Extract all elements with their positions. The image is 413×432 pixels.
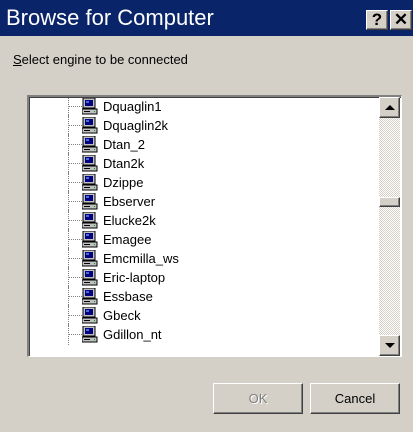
tree-item[interactable]: Dtan2k [29, 153, 379, 174]
computer-icon [81, 173, 98, 191]
close-icon: ✕ [393, 10, 409, 29]
tree-connector-horizontal [69, 239, 82, 240]
tree-item-label: Dquaglin1 [103, 99, 162, 114]
close-button[interactable]: ✕ [390, 10, 412, 30]
computer-icon [81, 230, 98, 248]
tree-item-label: Emagee [103, 232, 152, 247]
computer-icon [81, 211, 98, 229]
tree-connector-horizontal [69, 334, 82, 335]
tree-item[interactable]: Emcmilla_ws [29, 248, 379, 269]
tree-item[interactable]: Eric-laptop [29, 267, 379, 288]
computer-icon [81, 192, 98, 210]
tree-item-label: Gdillon_nt [103, 327, 162, 342]
tree-item-label: Elucke2k [103, 213, 156, 228]
tree-connector-horizontal [69, 315, 82, 316]
computer-icon [81, 325, 98, 343]
scroll-down-button[interactable] [379, 335, 400, 356]
instruction-mnemonic: S [13, 52, 22, 67]
window-title: Browse for Computer [6, 5, 214, 30]
tree-list: Dquaglin1 Dquaglin2k Dtan_2 Dtan2k Dzippe Ebs… [29, 97, 379, 356]
tree-connector-horizontal [69, 144, 82, 145]
tree-item[interactable]: Dquaglin1 [29, 97, 379, 117]
computer-icon [81, 135, 98, 153]
scroll-thumb[interactable] [379, 197, 400, 207]
computer-icon [81, 249, 98, 267]
computer-icon [81, 154, 98, 172]
tree-item[interactable]: Dtan_2 [29, 134, 379, 155]
instruction-label: Select engine to be connected [13, 52, 188, 67]
browse-dialog: Browse for Computer ? ✕ Select engine to… [0, 0, 413, 432]
tree-item[interactable]: Emagee [29, 229, 379, 250]
tree-connector-horizontal [69, 106, 82, 107]
tree-item[interactable]: Dzippe [29, 172, 379, 193]
cancel-button[interactable]: Cancel [310, 383, 400, 414]
tree-connector-horizontal [69, 296, 82, 297]
arrow-down-icon [385, 343, 395, 348]
tree-item[interactable]: Gdillon_nt [29, 324, 379, 345]
tree-connector-horizontal [69, 125, 82, 126]
tree-item[interactable]: Ebserver [29, 191, 379, 212]
tree-item[interactable]: Dquaglin2k [29, 115, 379, 136]
tree-item-label: Essbase [103, 289, 153, 304]
tree-item-label: Dtan_2 [103, 137, 145, 152]
help-button[interactable]: ? [366, 10, 388, 30]
tree-connector-horizontal [69, 258, 82, 259]
vertical-scrollbar[interactable] [379, 97, 400, 356]
tree-connector-horizontal [69, 163, 82, 164]
arrow-up-icon [385, 105, 395, 110]
tree-item[interactable]: Elucke2k [29, 210, 379, 231]
computer-icon [81, 287, 98, 305]
tree-item-label: Dtan2k [103, 156, 145, 171]
help-icon: ? [371, 10, 383, 29]
tree-connector-horizontal [69, 201, 82, 202]
computer-tree[interactable]: Dquaglin1 Dquaglin2k Dtan_2 Dtan2k Dzippe Ebs… [27, 95, 402, 357]
scroll-up-button[interactable] [379, 97, 400, 118]
computer-icon [81, 116, 98, 134]
computer-icon [81, 97, 98, 115]
instruction-text: elect engine to be connected [21, 52, 188, 67]
tree-connector-vertical [68, 97, 69, 117]
tree-item-label: Emcmilla_ws [103, 251, 179, 266]
tree-item-label: Dquaglin2k [103, 118, 169, 133]
tree-connector-horizontal [69, 277, 82, 278]
tree-item-label: Ebserver [103, 194, 156, 209]
computer-icon [81, 306, 98, 324]
title-bar[interactable]: Browse for Computer ? ✕ [0, 0, 413, 36]
tree-item-label: Eric-laptop [103, 270, 166, 285]
tree-connector-horizontal [69, 182, 82, 183]
tree-item[interactable]: Gbeck [29, 305, 379, 326]
ok-button[interactable]: OK [213, 383, 303, 414]
tree-item-label: Dzippe [103, 175, 144, 190]
computer-icon [81, 268, 98, 286]
tree-item[interactable]: Essbase [29, 286, 379, 307]
tree-item-label: Gbeck [103, 308, 141, 323]
tree-connector-horizontal [69, 220, 82, 221]
